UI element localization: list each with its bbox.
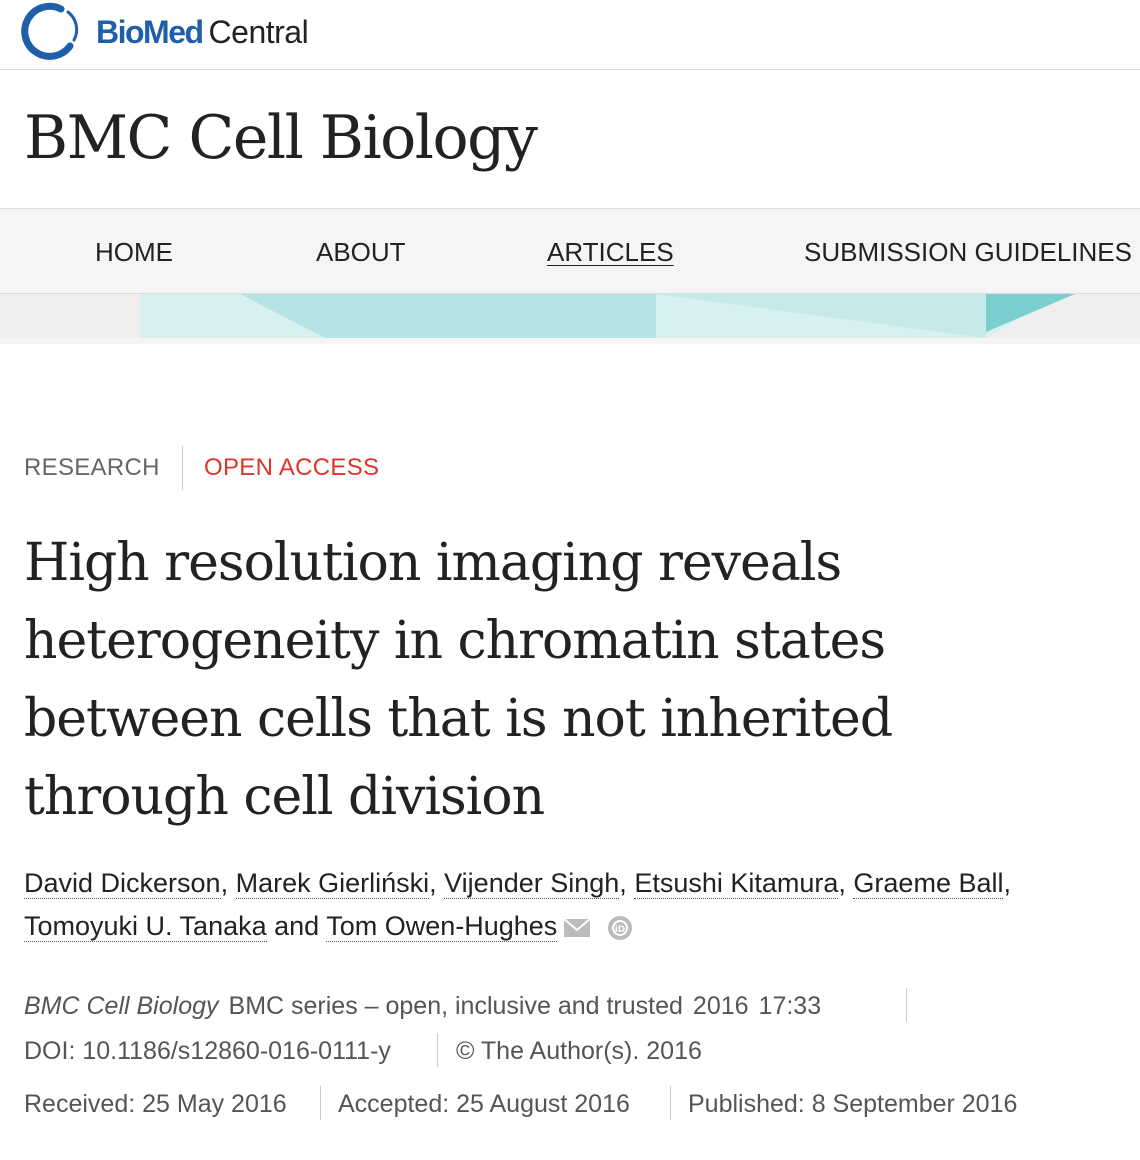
svg-text:iD: iD — [615, 925, 626, 935]
brand-wordmark[interactable]: BioMed Central — [96, 12, 309, 52]
orcid-icon[interactable]: iD — [607, 915, 633, 941]
published-date: Published: 8 September 2016 — [688, 1090, 1018, 1118]
decorative-band — [0, 294, 1140, 344]
doi-divider — [437, 1033, 438, 1067]
author-link[interactable]: Graeme Ball — [853, 868, 1004, 899]
nav-item-articles[interactable]: ARTICLES — [547, 237, 674, 267]
citation-article-number: 17:33 — [758, 992, 822, 1020]
nav-item-home[interactable]: HOME — [95, 237, 173, 267]
open-access-link[interactable]: OPEN ACCESS — [204, 452, 379, 484]
citation-journal: BMC Cell Biology — [24, 992, 219, 1020]
journal-title[interactable]: BMC Cell Biology — [24, 100, 538, 176]
brand-bar: BioMed Central — [0, 0, 1140, 70]
accepted-date: Accepted: 25 August 2016 — [338, 1090, 630, 1118]
brand-name-strong: BioMed — [96, 14, 204, 50]
author-link[interactable]: Tom Owen-Hughes — [326, 911, 558, 942]
author-link[interactable]: Tomoyuki U. Tanaka — [24, 911, 267, 942]
author-link[interactable]: Etsushi Kitamura — [634, 868, 839, 899]
citation-year: 2016 — [692, 992, 749, 1020]
citation-line: BMC Cell Biology BMC series – open, inclu… — [24, 990, 821, 1022]
author-separator: , — [220, 868, 236, 898]
nav-item-about[interactable]: ABOUT — [316, 237, 406, 267]
brand-name-light: Central — [208, 14, 309, 50]
author-separator: , — [619, 868, 635, 898]
author-link[interactable]: Vijender Singh — [444, 868, 620, 899]
author-link[interactable]: Marek Gierliński — [235, 868, 430, 899]
article-type: RESEARCH — [24, 454, 160, 481]
author-separator: , — [429, 868, 445, 898]
author-conjunction: and — [266, 911, 327, 941]
main-nav: HOME ABOUT ARTICLES SUBMISSION GUIDELINE… — [0, 208, 1140, 294]
author-link[interactable]: David Dickerson — [24, 868, 221, 899]
received-date: Received: 25 May 2016 — [24, 1090, 287, 1118]
biomed-central-logo[interactable] — [20, 0, 84, 62]
article-title: High resolution imaging reveals heteroge… — [24, 533, 893, 827]
copyright: © The Author(s). 2016 — [456, 1037, 702, 1065]
dates-divider — [670, 1086, 671, 1120]
doi[interactable]: DOI: 10.1186/s12860-016-0111-y — [24, 1037, 391, 1065]
biomed-central-logo-icon — [21, 2, 79, 60]
article-type-divider — [182, 446, 183, 490]
citation-divider — [906, 988, 907, 1022]
doi-line: DOI: 10.1186/s12860-016-0111-y — [24, 1035, 391, 1067]
mail-icon[interactable] — [563, 918, 591, 938]
author-separator: , — [838, 868, 854, 898]
citation-series: BMC series – open, inclusive and trusted — [228, 992, 683, 1020]
dates-divider — [320, 1086, 321, 1120]
nav-item-submission-guidelines[interactable]: SUBMISSION GUIDELINES — [804, 237, 1132, 267]
author-list: David Dickerson, Marek Gierliński, Vijen… — [24, 862, 1124, 948]
author-separator: , — [1003, 868, 1011, 898]
